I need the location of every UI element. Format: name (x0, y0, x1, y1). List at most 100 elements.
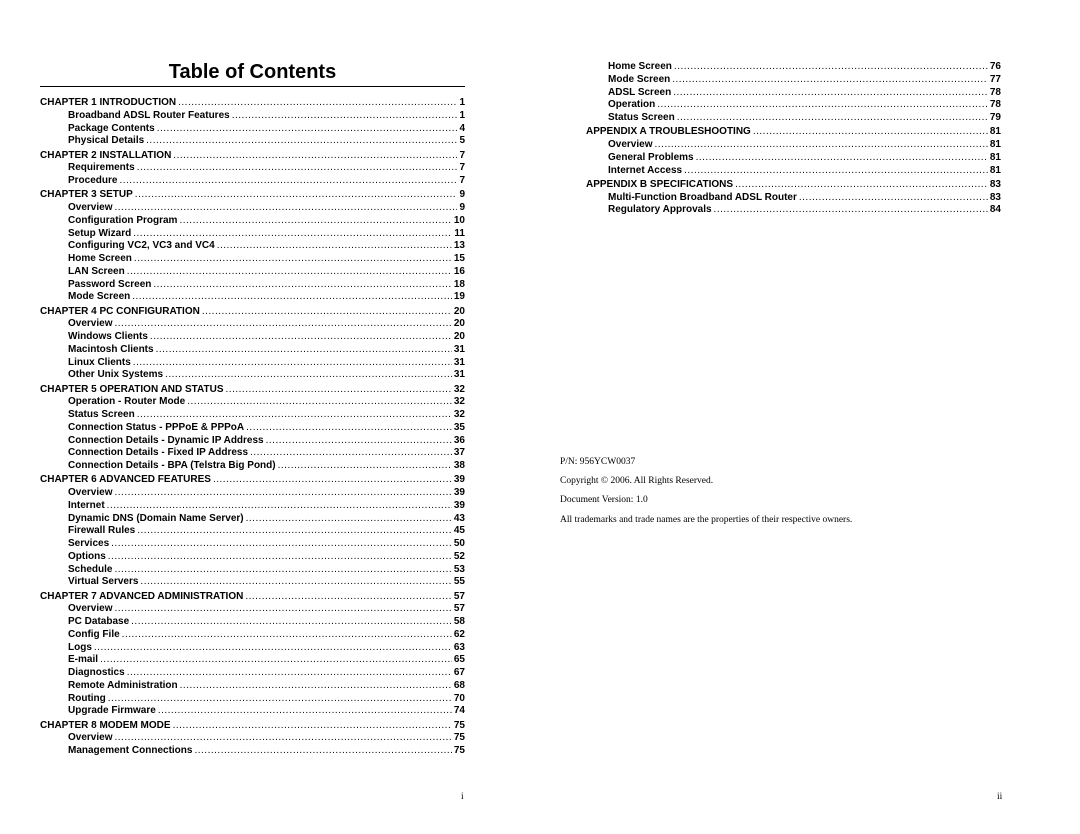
toc-section-entry[interactable]: Setup Wizard 11 (40, 228, 465, 241)
toc-section-entry[interactable]: Remote Administration 68 (40, 680, 465, 693)
toc-section-entry[interactable]: Home Screen 76 (586, 61, 1001, 74)
toc-section-entry[interactable]: Overview 81 (586, 139, 1001, 152)
toc-entry-page: 7 (459, 149, 465, 161)
toc-section-entry[interactable]: Macintosh Clients 31 (40, 344, 465, 357)
toc-entry-label: CHAPTER 2 INSTALLATION (40, 149, 172, 161)
toc-section-entry[interactable]: Operation - Router Mode 32 (40, 396, 465, 409)
toc-section-entry[interactable]: Connection Status - PPPoE & PPPoA 35 (40, 422, 465, 435)
toc-section-entry[interactable]: Status Screen 79 (586, 112, 1001, 125)
toc-section-entry[interactable]: Home Screen 15 (40, 253, 465, 266)
toc-section-entry[interactable]: Other Unix Systems 31 (40, 369, 465, 382)
toc-section-entry[interactable]: General Problems 81 (586, 152, 1001, 165)
toc-chapter-entry[interactable]: CHAPTER 2 INSTALLATION 7 (40, 150, 465, 163)
toc-section-entry[interactable]: Management Connections 75 (40, 745, 465, 758)
toc-section-entry[interactable]: Options 52 (40, 551, 465, 564)
toc-section-entry[interactable]: Upgrade Firmware 74 (40, 705, 465, 718)
toc-entry-page: 7 (459, 162, 465, 174)
toc-section-entry[interactable]: Windows Clients 20 (40, 331, 465, 344)
toc-chapter-entry[interactable]: CHAPTER 6 ADVANCED FEATURES 39 (40, 474, 465, 487)
toc-entry-page: 52 (453, 550, 465, 562)
toc-section-entry[interactable]: Mode Screen 77 (586, 74, 1001, 87)
dot-leader (137, 525, 452, 538)
dot-leader (672, 74, 988, 87)
toc-entry-page: 39 (453, 499, 465, 511)
toc-entry-page: 31 (453, 343, 465, 355)
toc-entry-label: Macintosh Clients (68, 343, 154, 355)
toc-section-entry[interactable]: Connection Details - Fixed IP Address 37 (40, 447, 465, 460)
toc-chapter-entry[interactable]: CHAPTER 3 SETUP 9 (40, 189, 465, 202)
toc-entry-page: 81 (989, 164, 1001, 176)
toc-section-entry[interactable]: Connection Details - BPA (Telstra Big Po… (40, 460, 465, 473)
toc-entry-page: 32 (453, 396, 465, 408)
toc-section-entry[interactable]: Password Screen 18 (40, 279, 465, 292)
toc-entry-page: 18 (453, 278, 465, 290)
toc-entry-label: Virtual Servers (68, 576, 139, 588)
toc-entry-label: Management Connections (68, 745, 193, 756)
dot-leader (114, 732, 451, 745)
toc-section-entry[interactable]: Logs 63 (40, 642, 465, 655)
toc-section-entry[interactable]: Overview 20 (40, 318, 465, 331)
toc-section-entry[interactable]: E-mail 65 (40, 654, 465, 667)
toc-entry-label: Procedure (68, 175, 118, 186)
dot-leader (134, 253, 452, 266)
toc-entry-label: Multi-Function Broadband ADSL Router (608, 191, 797, 203)
toc-section-entry[interactable]: Internet 39 (40, 500, 465, 513)
toc-section-entry[interactable]: Routing 70 (40, 693, 465, 706)
toc-section-entry[interactable]: Connection Details - Dynamic IP Address 3… (40, 435, 465, 448)
toc-section-entry[interactable]: Procedure 7 (40, 175, 465, 188)
toc-section-entry[interactable]: Operation 78 (586, 99, 1001, 112)
toc-entry-label: Setup Wizard (68, 227, 132, 239)
toc-section-entry[interactable]: Dynamic DNS (Domain Name Server) 43 (40, 513, 465, 526)
toc-section-entry[interactable]: ADSL Screen 78 (586, 87, 1001, 100)
toc-entry-label: CHAPTER 8 MODEM MODE (40, 719, 171, 731)
dot-leader (246, 422, 452, 435)
toc-section-entry[interactable]: Overview 9 (40, 202, 465, 215)
toc-section-entry[interactable]: Configuring VC2, VC3 and VC4 13 (40, 240, 465, 253)
toc-section-entry[interactable]: Virtual Servers 55 (40, 576, 465, 589)
toc-entry-label: Regulatory Approvals (608, 204, 712, 216)
toc-section-entry[interactable]: Physical Details 5 (40, 135, 465, 148)
toc-section-entry[interactable]: Regulatory Approvals 84 (586, 204, 1001, 217)
toc-section-entry[interactable]: Overview 39 (40, 487, 465, 500)
toc-section-entry[interactable]: Requirements 7 (40, 162, 465, 175)
toc-section-entry[interactable]: Mode Screen 19 (40, 291, 465, 304)
toc-section-entry[interactable]: Overview 75 (40, 732, 465, 745)
trademarks-notice: All trademarks and trade names are the p… (560, 515, 853, 525)
toc-section-entry[interactable]: Configuration Program 10 (40, 215, 465, 228)
dot-leader (107, 500, 452, 513)
toc-chapter-entry[interactable]: CHAPTER 1 INTRODUCTION 1 (40, 97, 465, 110)
document-version: Document Version: 1.0 (560, 495, 648, 505)
dot-leader (114, 564, 451, 577)
toc-entry-label: APPENDIX A TROUBLESHOOTING (586, 126, 751, 138)
dot-leader (266, 435, 452, 448)
toc-section-entry[interactable]: Package Contents 4 (40, 123, 465, 136)
dot-leader (137, 409, 452, 422)
toc-section-entry[interactable]: Diagnostics 67 (40, 667, 465, 680)
toc-section-entry[interactable]: PC Database 58 (40, 616, 465, 629)
toc-chapter-entry[interactable]: CHAPTER 8 MODEM MODE 75 (40, 720, 465, 733)
toc-section-entry[interactable]: LAN Screen 16 (40, 266, 465, 279)
toc-chapter-entry[interactable]: APPENDIX A TROUBLESHOOTING 81 (586, 126, 1001, 139)
toc-section-entry[interactable]: Schedule 53 (40, 564, 465, 577)
toc-section-entry[interactable]: Broadband ADSL Router Features 1 (40, 110, 465, 123)
toc-chapter-entry[interactable]: CHAPTER 7 ADVANCED ADMINISTRATION 57 (40, 591, 465, 604)
toc-section-entry[interactable]: Services 50 (40, 538, 465, 551)
toc-entry-label: Firewall Rules (68, 525, 136, 537)
toc-section-entry[interactable]: Status Screen 32 (40, 409, 465, 422)
toc-chapter-entry[interactable]: APPENDIX B SPECIFICATIONS 83 (586, 179, 1001, 192)
dot-leader (673, 87, 988, 100)
page-title: Table of Contents (168, 61, 337, 83)
toc-section-entry[interactable]: Internet Access 81 (586, 165, 1001, 178)
dot-leader (114, 202, 457, 215)
toc-chapter-entry[interactable]: CHAPTER 5 OPERATION AND STATUS 32 (40, 384, 465, 397)
toc-entry-page: 39 (453, 487, 465, 498)
toc-section-entry[interactable]: Linux Clients 31 (40, 357, 465, 370)
toc-section-entry[interactable]: Multi-Function Broadband ADSL Router 83 (586, 192, 1001, 205)
toc-section-entry[interactable]: Firewall Rules 45 (40, 525, 465, 538)
dot-leader (165, 369, 452, 382)
dot-leader (153, 279, 452, 292)
toc-chapter-entry[interactable]: CHAPTER 4 PC CONFIGURATION 20 (40, 306, 465, 319)
toc-section-entry[interactable]: Overview 57 (40, 603, 465, 616)
toc-entry-page: 57 (453, 603, 465, 615)
toc-section-entry[interactable]: Config File 62 (40, 629, 465, 642)
